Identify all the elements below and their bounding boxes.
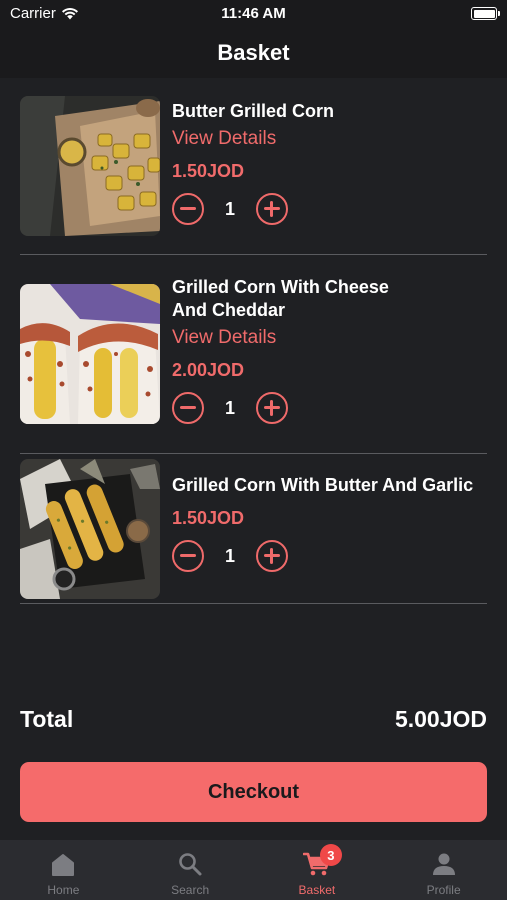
quantity-stepper: 1 bbox=[172, 392, 487, 424]
tab-label: Search bbox=[171, 883, 210, 897]
item-price: 1.50JOD bbox=[172, 508, 245, 528]
product-image[interactable] bbox=[20, 284, 160, 424]
tab-label: Basket bbox=[298, 883, 336, 897]
total-label: Total bbox=[20, 706, 74, 732]
quantity-value: 1 bbox=[224, 198, 235, 219]
checkout-button[interactable]: Checkout bbox=[20, 762, 487, 822]
tab-home[interactable]: Home bbox=[0, 840, 127, 900]
tab-profile[interactable]: Profile bbox=[380, 840, 507, 900]
increase-quantity-button[interactable] bbox=[256, 193, 288, 225]
item-info: Butter Grilled Corn View Details 1.50JOD… bbox=[172, 100, 487, 225]
basket-item: Grilled Corn With Cheese And Cheddar Vie… bbox=[20, 255, 487, 454]
basket-item: Butter Grilled Corn View Details 1.50JOD… bbox=[20, 78, 487, 255]
item-name: Grilled Corn With Cheese And Cheddar bbox=[172, 277, 389, 320]
tab-search[interactable]: Search bbox=[127, 840, 254, 900]
item-price: 2.00JOD bbox=[172, 360, 245, 380]
navigation-bar: Basket bbox=[0, 28, 507, 78]
tab-label: Home bbox=[47, 883, 80, 897]
home-icon bbox=[49, 850, 77, 878]
item-price: 1.50JOD bbox=[172, 161, 245, 181]
cart-count-badge: 3 bbox=[319, 844, 342, 866]
decrease-quantity-button[interactable] bbox=[172, 193, 204, 225]
quantity-value: 1 bbox=[224, 545, 235, 566]
item-name: Grilled Corn With Butter And Garlic bbox=[172, 475, 474, 495]
product-image[interactable] bbox=[20, 459, 160, 599]
decrease-quantity-button[interactable] bbox=[172, 392, 204, 424]
tab-label: Profile bbox=[426, 883, 461, 897]
view-details-link[interactable]: View Details bbox=[172, 128, 487, 150]
basket-item: Grilled Corn With Butter And Garlic 1.50… bbox=[20, 454, 487, 604]
tab-bar: Home Search 3 Basket Profile bbox=[0, 840, 507, 900]
search-icon bbox=[176, 850, 204, 878]
page-title: Basket bbox=[217, 40, 290, 65]
total-row: Total 5.00JOD bbox=[20, 706, 487, 733]
battery-icon bbox=[471, 7, 500, 20]
tab-basket[interactable]: 3 Basket bbox=[254, 840, 381, 900]
product-image[interactable] bbox=[20, 96, 160, 236]
increase-quantity-button[interactable] bbox=[256, 392, 288, 424]
status-time: 11:46 AM bbox=[221, 5, 286, 22]
quantity-stepper: 1 bbox=[172, 540, 487, 572]
status-bar: Carrier 11:46 AM bbox=[0, 0, 507, 28]
cart-icon: 3 bbox=[302, 844, 342, 878]
total-value: 5.00JOD bbox=[394, 706, 487, 732]
item-info: Grilled Corn With Butter And Garlic 1.50… bbox=[172, 474, 487, 572]
decrease-quantity-button[interactable] bbox=[172, 540, 204, 572]
quantity-value: 1 bbox=[224, 397, 235, 418]
quantity-stepper: 1 bbox=[172, 193, 487, 225]
item-info: Grilled Corn With Cheese And Cheddar Vie… bbox=[172, 276, 487, 424]
increase-quantity-button[interactable] bbox=[256, 540, 288, 572]
view-details-link[interactable]: View Details bbox=[172, 327, 487, 349]
item-name: Butter Grilled Corn bbox=[172, 101, 335, 121]
person-icon bbox=[430, 850, 458, 878]
